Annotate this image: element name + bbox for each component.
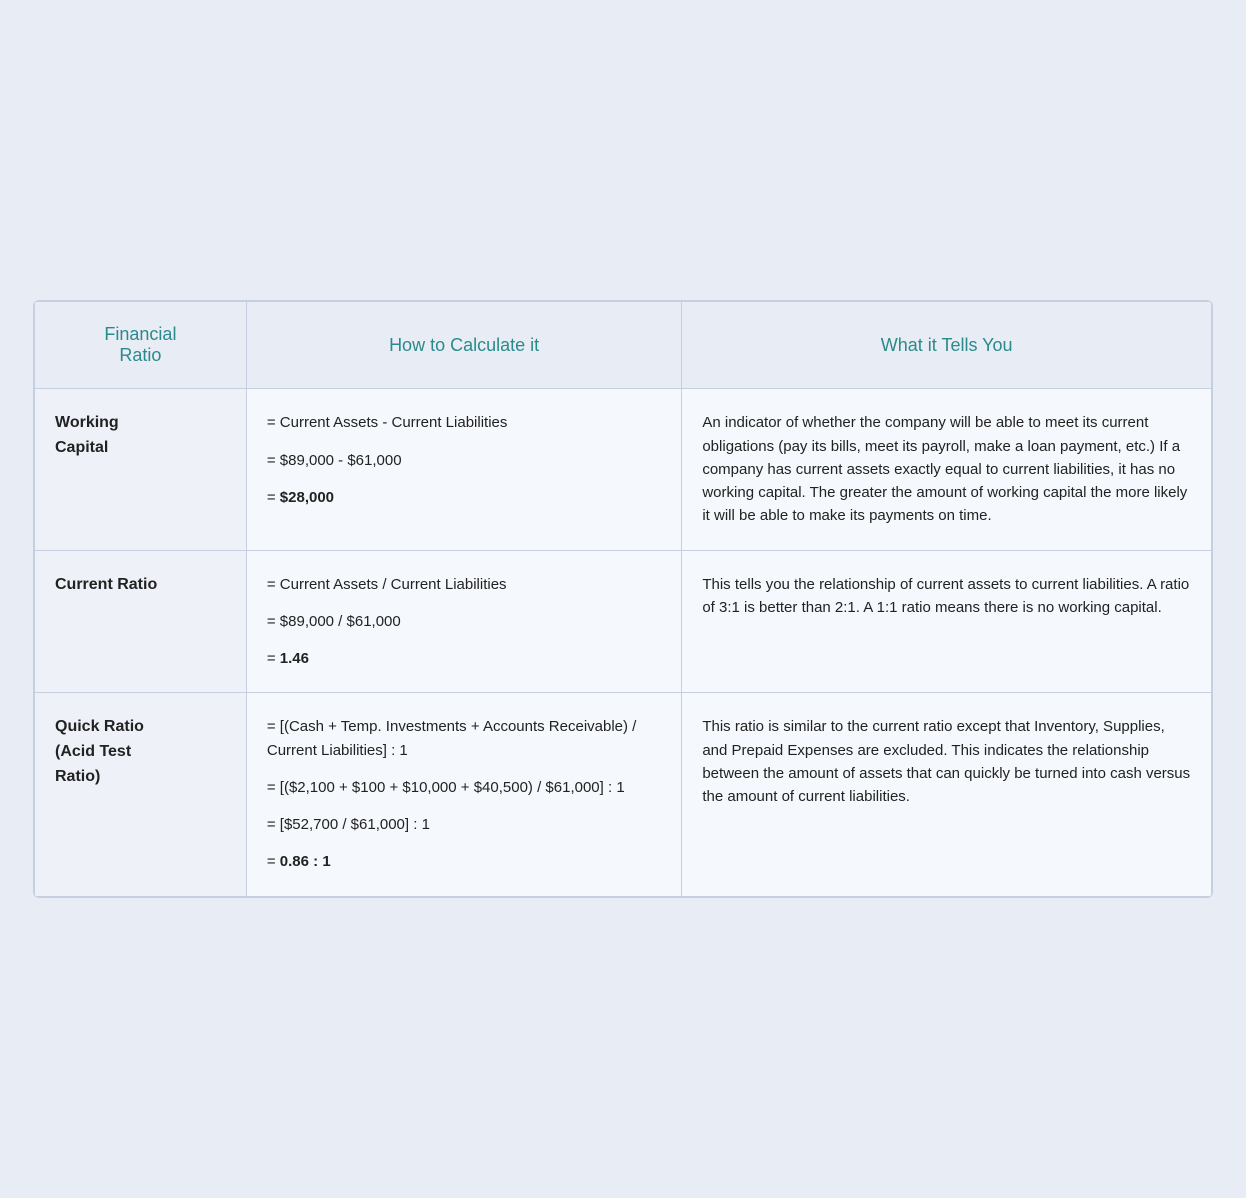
calc-result: 1.46 — [280, 650, 309, 667]
calc-line: = Current Assets - Current Liabilities — [267, 411, 661, 434]
calc-line: = [($2,100 + $100 + $10,000 + $40,500) /… — [267, 776, 661, 799]
ratio-name-cell: Current Ratio — [35, 550, 247, 693]
calc-line: = 0.86 : 1 — [267, 850, 661, 873]
description-cell: An indicator of whether the company will… — [682, 389, 1212, 550]
col-header-tells: What it Tells You — [682, 302, 1212, 389]
calculation-cell: = [(Cash + Temp. Investments + Accounts … — [246, 693, 681, 896]
ratio-name-cell: Quick Ratio (Acid Test Ratio) — [35, 693, 247, 896]
calc-result: $28,000 — [280, 489, 334, 506]
col-header-ratio: Financial Ratio — [35, 302, 247, 389]
table-header-row: Financial Ratio How to Calculate it What… — [35, 302, 1212, 389]
description-cell: This ratio is similar to the current rat… — [682, 693, 1212, 896]
table-row: Quick Ratio (Acid Test Ratio) = [(Cash + … — [35, 693, 1212, 896]
calc-line: = 1.46 — [267, 647, 661, 670]
financial-ratios-table: Financial Ratio How to Calculate it What… — [33, 300, 1213, 897]
ratio-name-cell: Working Capital — [35, 389, 247, 550]
calc-line: = $28,000 — [267, 486, 661, 509]
table-row: Working Capital= Current Assets - Curren… — [35, 389, 1212, 550]
calc-line: = $89,000 / $61,000 — [267, 610, 661, 633]
calc-line: = $89,000 - $61,000 — [267, 449, 661, 472]
col-header-calculate: How to Calculate it — [246, 302, 681, 389]
description-cell: This tells you the relationship of curre… — [682, 550, 1212, 693]
calc-line: = [$52,700 / $61,000] : 1 — [267, 813, 661, 836]
calculation-cell: = Current Assets - Current Liabilities = … — [246, 389, 681, 550]
table-row: Current Ratio= Current Assets / Current … — [35, 550, 1212, 693]
calc-result: 0.86 : 1 — [280, 853, 331, 870]
calc-line: = Current Assets / Current Liabilities — [267, 573, 661, 596]
calc-line: = [(Cash + Temp. Investments + Accounts … — [267, 715, 661, 762]
calculation-cell: = Current Assets / Current Liabilities = … — [246, 550, 681, 693]
